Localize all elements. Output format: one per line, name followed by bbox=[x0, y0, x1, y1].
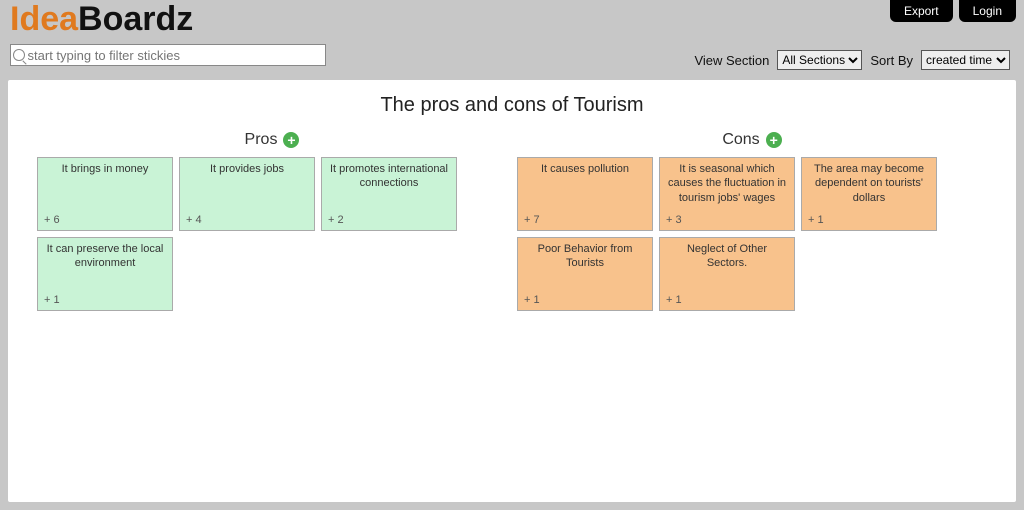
card-text: It brings in money bbox=[44, 162, 166, 176]
column-title: Pros bbox=[245, 131, 278, 149]
column-cons: Cons + It causes pollution + 7 It is sea… bbox=[517, 131, 987, 311]
card-text: Poor Behavior from Tourists bbox=[524, 242, 646, 271]
filter-box[interactable] bbox=[10, 44, 326, 66]
sort-by-select[interactable]: created time bbox=[921, 50, 1010, 70]
sticky-card[interactable]: It brings in money + 6 bbox=[37, 157, 173, 231]
card-votes[interactable]: + 3 bbox=[666, 214, 682, 226]
top-bar: IdeaBoardz Export Login View Section All… bbox=[0, 0, 1024, 70]
export-button[interactable]: Export bbox=[890, 0, 953, 22]
card-votes[interactable]: + 2 bbox=[328, 214, 344, 226]
filter-input[interactable] bbox=[28, 48, 325, 63]
sticky-card[interactable]: It provides jobs + 4 bbox=[179, 157, 315, 231]
sort-by-label: Sort By bbox=[870, 53, 913, 68]
search-icon bbox=[13, 49, 25, 61]
sticky-card[interactable]: It causes pollution + 7 bbox=[517, 157, 653, 231]
columns: Pros + It brings in money + 6 It provide… bbox=[18, 131, 1006, 311]
logo-part-2: Boardz bbox=[78, 0, 193, 38]
sticky-card[interactable]: It promotes international connections + … bbox=[321, 157, 457, 231]
column-header-cons: Cons + bbox=[517, 131, 987, 149]
card-votes[interactable]: + 1 bbox=[524, 294, 540, 306]
cards-cons: It causes pollution + 7 It is seasonal w… bbox=[517, 157, 987, 311]
card-votes[interactable]: + 7 bbox=[524, 214, 540, 226]
sticky-card[interactable]: It is seasonal which causes the fluctuat… bbox=[659, 157, 795, 231]
card-text: It provides jobs bbox=[186, 162, 308, 176]
card-votes[interactable]: + 1 bbox=[666, 294, 682, 306]
sticky-card[interactable]: Neglect of Other Sectors. + 1 bbox=[659, 237, 795, 311]
card-votes[interactable]: + 6 bbox=[44, 214, 60, 226]
board: The pros and cons of Tourism Pros + It b… bbox=[8, 80, 1016, 502]
card-text: It promotes international connections bbox=[328, 162, 450, 191]
add-card-icon[interactable]: + bbox=[283, 132, 299, 148]
add-card-icon[interactable]: + bbox=[766, 132, 782, 148]
board-title: The pros and cons of Tourism bbox=[18, 94, 1006, 117]
view-section-select[interactable]: All Sections bbox=[777, 50, 862, 70]
login-button[interactable]: Login bbox=[959, 0, 1016, 22]
card-votes[interactable]: + 1 bbox=[44, 294, 60, 306]
column-pros: Pros + It brings in money + 6 It provide… bbox=[37, 131, 507, 311]
card-text: It is seasonal which causes the fluctuat… bbox=[666, 162, 788, 205]
card-votes[interactable]: + 1 bbox=[808, 214, 824, 226]
card-text: It causes pollution bbox=[524, 162, 646, 176]
card-text: Neglect of Other Sectors. bbox=[666, 242, 788, 271]
card-votes[interactable]: + 4 bbox=[186, 214, 202, 226]
sticky-card[interactable]: The area may become dependent on tourist… bbox=[801, 157, 937, 231]
column-title: Cons bbox=[722, 131, 759, 149]
view-sort-controls: View Section All Sections Sort By create… bbox=[694, 50, 1010, 70]
card-text: The area may become dependent on tourist… bbox=[808, 162, 930, 205]
logo-part-1: Idea bbox=[10, 0, 78, 38]
top-right-buttons: Export Login bbox=[890, 0, 1016, 22]
sticky-card[interactable]: Poor Behavior from Tourists + 1 bbox=[517, 237, 653, 311]
view-section-label: View Section bbox=[694, 53, 769, 68]
cards-pros: It brings in money + 6 It provides jobs … bbox=[37, 157, 507, 311]
logo[interactable]: IdeaBoardz bbox=[10, 0, 193, 39]
card-text: It can preserve the local environment bbox=[44, 242, 166, 271]
sticky-card[interactable]: It can preserve the local environment + … bbox=[37, 237, 173, 311]
column-header-pros: Pros + bbox=[37, 131, 507, 149]
